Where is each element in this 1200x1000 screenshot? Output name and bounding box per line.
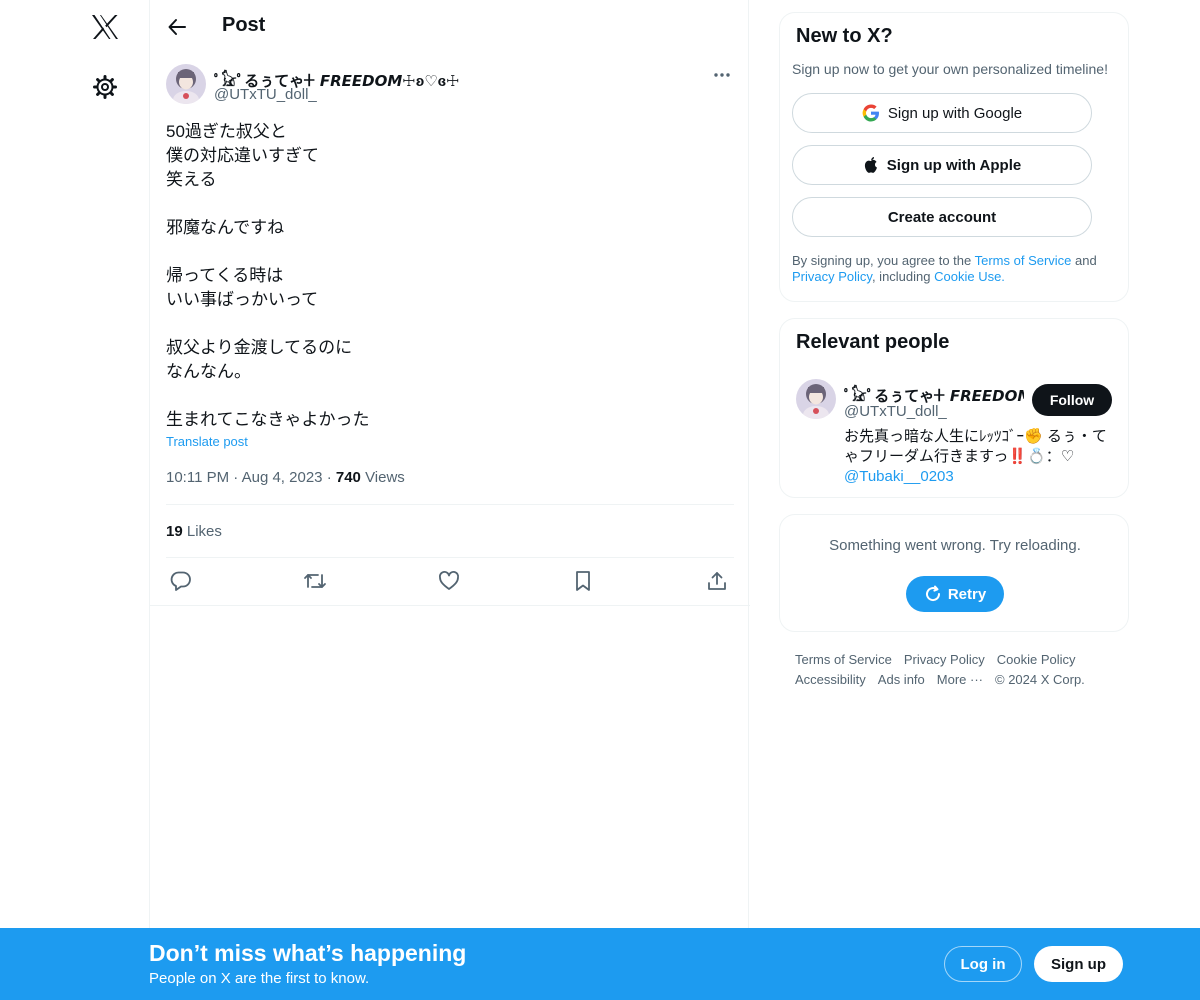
footer-ads-link[interactable]: Ads info xyxy=(878,672,925,687)
google-icon xyxy=(862,104,880,122)
signup-button[interactable]: Sign up xyxy=(1034,946,1123,982)
likes-label: Likes xyxy=(186,523,222,540)
banner-subtitle: People on X are the first to know. xyxy=(149,970,370,987)
page-header: Post xyxy=(150,0,750,54)
divider xyxy=(166,504,734,505)
footer-copyright: © 2024 X Corp. xyxy=(995,672,1085,687)
follow-button[interactable]: Follow xyxy=(1032,384,1112,416)
translate-post-link[interactable]: Translate post xyxy=(166,434,248,449)
tweet-line: 笑える xyxy=(166,170,217,189)
tweet-line xyxy=(166,384,726,408)
error-card: Something went wrong. Try reloading. Ret… xyxy=(779,514,1129,632)
legal-prefix: By signing up, you agree to the xyxy=(792,253,975,268)
views-count: 740 xyxy=(335,469,361,486)
meta-separator: · xyxy=(326,469,336,486)
footer-more-link[interactable]: More ··· xyxy=(937,672,983,687)
avatar[interactable] xyxy=(796,379,836,419)
reply-icon[interactable] xyxy=(168,568,194,594)
tweet-line: 邪魔なんですね xyxy=(166,218,285,237)
tweet-time[interactable]: 10:11 PM xyxy=(166,469,229,486)
avatar[interactable] xyxy=(166,64,206,104)
share-icon[interactable] xyxy=(704,568,730,594)
tweet-line: いい事ばっかいって xyxy=(166,290,319,309)
bio-text: お先真っ暗な人生にﾚｯﾂｺﾞｰ✊ るぅ・てゃフリーダム行きますっ‼️💍：♡ xyxy=(844,428,1107,465)
banner-title: Don’t miss what’s happening xyxy=(149,940,467,966)
author-handle[interactable]: @UTxTU_doll_ xyxy=(214,86,317,103)
signup-card-title: New to X? xyxy=(796,25,893,47)
legal-and: and xyxy=(1071,253,1097,268)
bio-mention-link[interactable]: @Tubaki__0203 xyxy=(844,468,954,485)
tweet-line: 50過ぎた叔父と xyxy=(166,122,287,141)
apple-signup-button[interactable]: Sign up with Apple xyxy=(792,145,1092,185)
tweet-meta: 10:11 PM · Aug 4, 2023 · 740 Views xyxy=(166,469,405,486)
retry-label: Retry xyxy=(947,585,987,603)
x-logo-icon[interactable] xyxy=(88,10,122,44)
signup-card-subtitle: Sign up now to get your own personalized… xyxy=(792,61,1108,77)
tweet-text: 50過ぎた叔父と 僕の対応違いすぎて 笑える 邪魔なんですね 帰ってくる時は い… xyxy=(166,120,726,432)
refresh-icon xyxy=(924,585,942,603)
left-nav xyxy=(0,0,150,1000)
login-button[interactable]: Log in xyxy=(944,946,1022,982)
tweet-line: 生まれてこなきゃよかった xyxy=(166,410,370,429)
terms-link[interactable]: Terms of Service xyxy=(975,253,1072,268)
footer-terms-link[interactable]: Terms of Service xyxy=(795,652,892,667)
more-options-icon[interactable] xyxy=(710,64,734,86)
footer-links: Terms of Service Privacy Policy Cookie Pol… xyxy=(795,650,1115,690)
bookmark-icon[interactable] xyxy=(570,568,596,594)
tweet-line: 僕の対応違いすぎて xyxy=(166,146,319,165)
tweet-line: 帰ってくる時は xyxy=(166,266,284,285)
gear-icon[interactable] xyxy=(92,74,118,100)
relevant-people-title: Relevant people xyxy=(796,331,950,353)
footer-accessibility-link[interactable]: Accessibility xyxy=(795,672,866,687)
create-account-button[interactable]: Create account xyxy=(792,197,1092,237)
main-column: Post ﾟ𓃠ﾟるぅてゃ𐊛 𝙁𝙍𝙀𝙀𝘿𝙊𝙈☩ʚ♡ɞ☩ @UTxTU_doll_ … xyxy=(149,0,750,1000)
likes-count: 19 xyxy=(166,523,183,540)
likes-stat[interactable]: 19 Likes xyxy=(166,523,222,540)
like-icon[interactable] xyxy=(436,568,462,594)
google-signup-button[interactable]: Sign up with Google xyxy=(792,93,1092,133)
cookie-use-link[interactable]: Cookie Use. xyxy=(934,269,1005,284)
tweet-line xyxy=(166,240,726,264)
legal-including: , including xyxy=(871,269,935,284)
page-title: Post xyxy=(222,14,266,36)
error-message: Something went wrong. Try reloading. xyxy=(829,537,1081,554)
divider xyxy=(166,557,734,558)
meta-separator: · xyxy=(233,469,242,486)
tweet-actions xyxy=(150,568,750,594)
bottom-signup-banner: Don’t miss what’s happening People on X … xyxy=(0,928,1200,1000)
signup-legal-text: By signing up, you agree to the Terms of… xyxy=(792,253,1122,285)
footer-privacy-link[interactable]: Privacy Policy xyxy=(904,652,985,667)
apple-signup-label: Sign up with Apple xyxy=(886,156,1022,174)
relevant-people-card: Relevant people ﾟ𓃠ﾟるぅてゃ𐊛 𝙁𝙍𝙀𝙀𝘿𝙊𝙈☩ @UTxTU… xyxy=(779,318,1129,498)
person-bio: お先真っ暗な人生にﾚｯﾂｺﾞｰ✊ るぅ・てゃフリーダム行きますっ‼️💍：♡ @T… xyxy=(844,427,1114,487)
signup-card: New to X? Sign up now to get your own pe… xyxy=(779,12,1129,302)
retry-button[interactable]: Retry xyxy=(906,576,1004,612)
tweet-date[interactable]: Aug 4, 2023 xyxy=(242,469,323,486)
divider xyxy=(150,605,750,606)
apple-icon xyxy=(863,156,879,174)
arrow-left-icon[interactable] xyxy=(164,14,190,40)
tweet-line xyxy=(166,192,726,216)
google-signup-label: Sign up with Google xyxy=(887,104,1023,122)
privacy-link[interactable]: Privacy Policy xyxy=(792,269,872,284)
person-handle[interactable]: @UTxTU_doll_ xyxy=(844,403,947,420)
views-label: Views xyxy=(365,469,405,486)
repost-icon[interactable] xyxy=(302,568,328,594)
tweet-line: なんなん。 xyxy=(166,362,251,381)
tweet-line xyxy=(166,312,726,336)
footer-cookie-link[interactable]: Cookie Policy xyxy=(997,652,1076,667)
tweet-line: 叔父より金渡してるのに xyxy=(166,338,353,357)
